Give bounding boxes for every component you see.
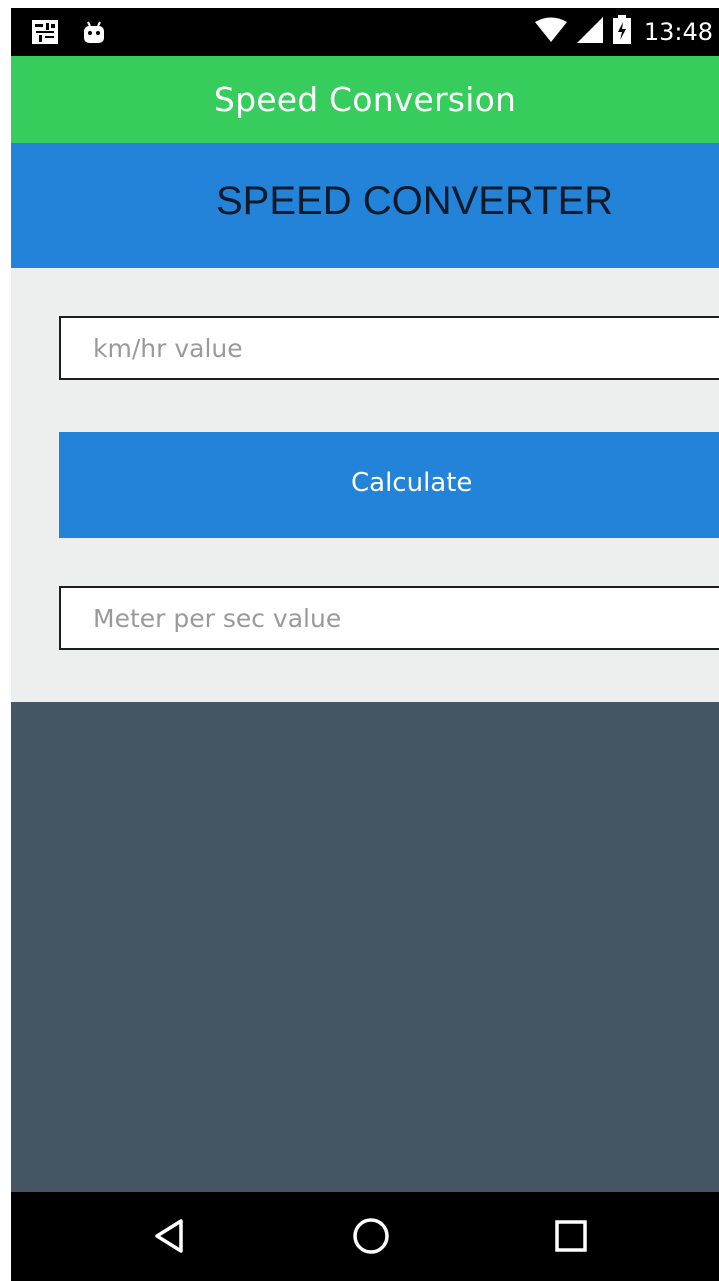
status-notifications <box>31 19 107 49</box>
back-icon <box>151 1216 191 1260</box>
calculate-button[interactable]: Calculate <box>59 432 719 538</box>
wifi-icon <box>534 17 568 47</box>
app-toolbar: Speed Conversion <box>11 56 719 143</box>
status-bar: 13:48 <box>11 8 719 56</box>
toolbar-title: Speed Conversion <box>213 80 517 119</box>
calculate-button-label: Calculate <box>351 468 473 498</box>
converter-banner: SPEED CONVERTER <box>11 143 719 268</box>
home-button[interactable] <box>349 1216 393 1260</box>
recents-icon <box>551 1216 591 1260</box>
back-button[interactable] <box>149 1216 193 1260</box>
navigation-bar <box>11 1192 719 1281</box>
notification-icon <box>31 19 59 49</box>
status-system: 13:48 <box>534 8 713 56</box>
mps-input[interactable] <box>59 586 719 650</box>
bottom-panel <box>11 702 719 1192</box>
kmh-input[interactable] <box>59 316 719 380</box>
status-time: 13:48 <box>643 18 713 46</box>
home-icon <box>351 1216 391 1260</box>
banner-title: SPEED CONVERTER <box>216 179 614 223</box>
signal-icon <box>576 16 604 48</box>
android-icon <box>81 19 107 49</box>
app-screen: 13:48 Speed Conversion SPEED CONVERTER C… <box>11 8 719 1281</box>
recents-button[interactable] <box>549 1216 593 1260</box>
battery-icon <box>612 15 632 49</box>
